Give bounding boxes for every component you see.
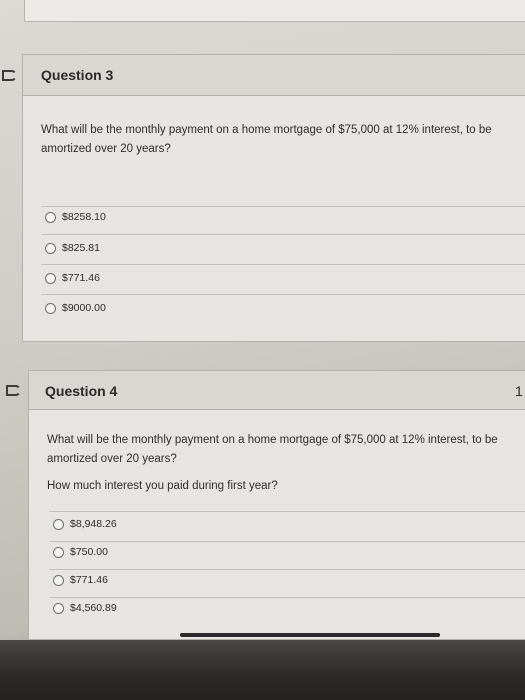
option-label: $771.46 [70, 574, 108, 586]
option-divider [49, 597, 525, 598]
option-divider [49, 511, 525, 512]
flag-question-icon[interactable] [2, 70, 17, 81]
radio-button[interactable] [45, 211, 56, 223]
question-title-4: Question 4 [45, 383, 118, 399]
radio-button[interactable] [45, 242, 56, 254]
option-label: $771.46 [62, 272, 100, 284]
option-label: $8,948.26 [70, 518, 117, 530]
option-label: $9000.00 [62, 302, 106, 314]
flag-question-icon[interactable] [6, 385, 21, 396]
option-divider [41, 264, 525, 265]
option-divider [49, 541, 525, 542]
answer-option[interactable]: $771.46 [53, 574, 108, 586]
question-card-3: Question 3 What will be the monthly paym… [22, 54, 525, 342]
radio-button[interactable] [53, 546, 64, 558]
question-title-3: Question 3 [41, 67, 114, 83]
question-text-3: What will be the monthly payment on a ho… [41, 124, 492, 155]
radio-button[interactable] [53, 574, 64, 586]
question-subtext-4: How much interest you paid during first … [47, 480, 278, 492]
option-label: $825.81 [62, 242, 100, 254]
points-fragment: 1 [515, 383, 523, 399]
answer-option[interactable]: $8258.10 [45, 211, 106, 223]
answer-option[interactable]: $771.46 [45, 272, 100, 284]
radio-button[interactable] [53, 602, 64, 614]
radio-button[interactable] [45, 302, 56, 314]
answer-option[interactable]: $8,948.26 [53, 518, 117, 530]
device-bottom-edge [0, 640, 525, 700]
option-divider [41, 294, 525, 295]
radio-button[interactable] [45, 272, 56, 284]
radio-button[interactable] [53, 518, 64, 530]
question-header-3: Question 3 [23, 55, 525, 96]
option-divider [41, 234, 525, 235]
option-label: $750.00 [70, 546, 108, 558]
answer-option[interactable]: $9000.00 [45, 302, 106, 314]
answer-option[interactable]: $750.00 [53, 546, 108, 558]
question-card-4: Question 4 1 What will be the monthly pa… [28, 370, 525, 640]
option-divider [49, 569, 525, 570]
option-label: $4,560.89 [70, 602, 117, 614]
option-label: $8258.10 [62, 211, 106, 223]
home-indicator-bar [180, 633, 440, 637]
previous-question-card [24, 0, 525, 22]
question-text-4: What will be the monthly payment on a ho… [47, 434, 498, 465]
answer-option[interactable]: $4,560.89 [53, 602, 117, 614]
option-divider [41, 206, 525, 207]
question-header-4: Question 4 1 [29, 371, 525, 410]
answer-option[interactable]: $825.81 [45, 242, 100, 254]
